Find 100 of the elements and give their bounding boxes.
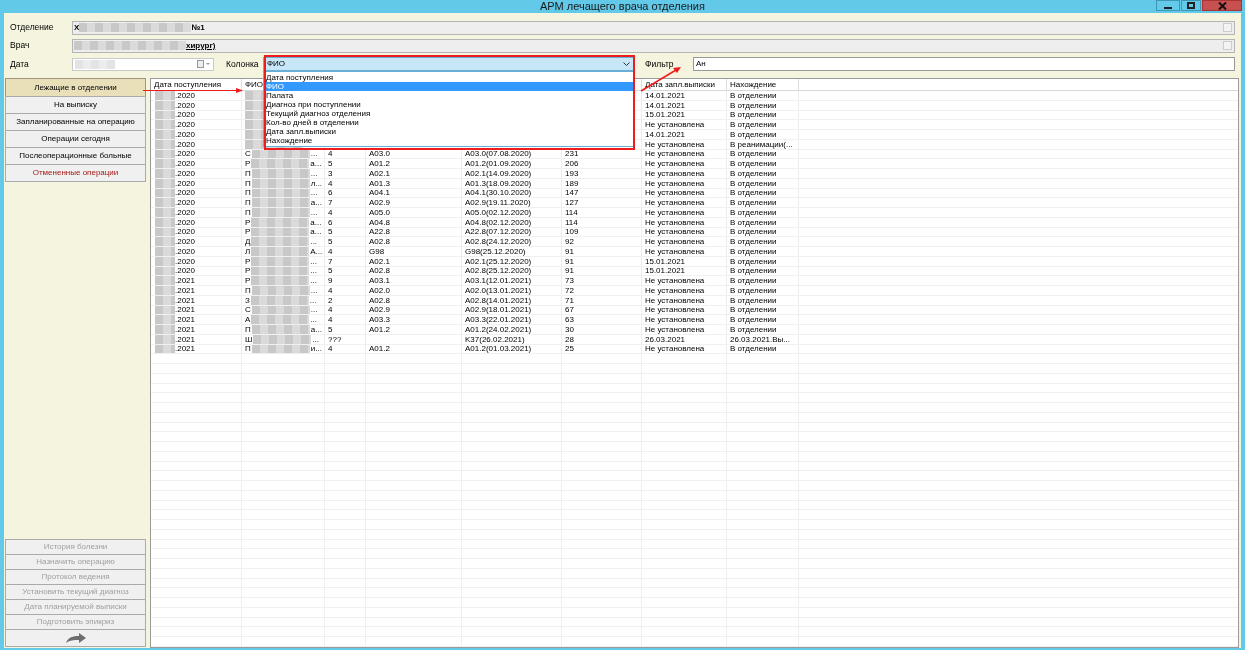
table-cell: а... — [310, 227, 322, 237]
table-cell: A01.2 — [369, 325, 390, 334]
table-cell: A03.1 — [369, 276, 390, 285]
dropdown-option[interactable]: Диагноз при поступлении — [264, 100, 633, 109]
field-value: Ан — [696, 58, 706, 70]
minimize-button[interactable] — [1156, 0, 1180, 11]
table-cell: 15.01.2021 — [645, 256, 686, 266]
blurred-area — [155, 149, 175, 159]
blurred-area — [251, 315, 310, 324]
table-cell: Не установлена — [645, 344, 705, 354]
table-cell: Не установлена — [645, 198, 705, 207]
table-cell: 6 — [328, 188, 333, 198]
table-cell: В отделении — [730, 325, 777, 334]
table-cell: G98(25.12.2020) — [465, 247, 526, 256]
table-cell: A01.2(24.02.2021) — [465, 325, 532, 334]
table-cell: Не установлена — [645, 149, 705, 159]
table-cell: В отделении — [730, 100, 777, 110]
field-value: хирург) — [186, 39, 216, 52]
blurred-area — [155, 188, 175, 198]
calendar-icon — [197, 60, 211, 68]
sidebar-button[interactable]: На выписку — [5, 96, 146, 114]
table-cell: A04.8 — [369, 217, 390, 227]
department-field[interactable]: Х №1 — [72, 20, 1235, 35]
table-cell: 189 — [565, 178, 579, 188]
table-cell: В отделении — [730, 178, 777, 188]
table-cell: 14.01.2021 — [645, 91, 686, 100]
table-cell: 15.01.2021 — [645, 110, 686, 120]
table-cell: 7 — [328, 198, 333, 207]
blurred-area — [155, 315, 175, 324]
date-field[interactable] — [72, 57, 214, 71]
blurred-area — [155, 217, 175, 227]
blurred-area — [251, 325, 310, 334]
table-cell: 91 — [565, 266, 574, 276]
blurred-area — [155, 247, 175, 256]
column-header[interactable]: Нахождение — [730, 79, 777, 90]
table-cell: 5 — [328, 266, 333, 276]
table-cell: В отделении — [730, 159, 777, 168]
table-cell: ... — [310, 149, 318, 159]
blurred-area — [250, 295, 309, 305]
table-cell: ... — [312, 334, 319, 344]
column-header[interactable]: Дата поступления — [154, 79, 222, 90]
close-button[interactable] — [1202, 0, 1242, 11]
dropdown-option[interactable]: Нахождение — [264, 136, 633, 145]
table-cell: Не установлена — [645, 286, 705, 295]
table-cell: A01.3(18.09.2020) — [465, 178, 532, 188]
table-cell: .2020 — [175, 100, 196, 110]
table-cell: 73 — [565, 276, 574, 285]
table-cell: .2020 — [175, 91, 196, 100]
sidebar-button[interactable]: Отмененные операции — [5, 164, 146, 182]
table-cell: A02.0(13.01.2021) — [465, 286, 532, 295]
table-cell: Р — [245, 276, 251, 285]
blurred-area — [251, 178, 310, 188]
restore-icon — [1187, 2, 1195, 9]
blurred-area — [155, 208, 175, 217]
table-cell: Не установлена — [645, 208, 705, 217]
blurred-area — [155, 237, 175, 246]
sidebar-button[interactable]: Послеоперационные больные — [5, 147, 146, 165]
blurred-area — [251, 149, 310, 159]
window-title: АРМ лечащего врача отделения — [540, 0, 705, 13]
table-cell: K37(26.02.2021) — [465, 334, 525, 344]
table-cell: ... — [310, 286, 318, 295]
dropdown-option[interactable]: Дата поступления — [264, 73, 633, 82]
table-cell: а... — [310, 217, 322, 227]
table-cell: 26.03.2021.Вы... — [730, 334, 790, 344]
table-cell: A01.3 — [369, 178, 390, 188]
table-cell: 4 — [328, 208, 333, 217]
filter-field[interactable]: Ан — [693, 57, 1235, 71]
table-cell: 4 — [328, 178, 333, 188]
table-cell: 9 — [328, 276, 333, 285]
column-header[interactable]: ФИО — [245, 79, 264, 90]
dropdown-option[interactable]: Палата — [264, 91, 633, 100]
dropdown-option[interactable]: Текущий диагноз отделения — [264, 109, 633, 118]
table-cell: G98 — [369, 247, 385, 256]
table-cell: .2021 — [175, 315, 196, 324]
blurred-area — [155, 325, 175, 334]
blurred-area — [251, 198, 310, 207]
table-cell: и... — [310, 344, 322, 354]
blurred-area — [155, 227, 175, 237]
forward-button[interactable] — [5, 629, 146, 647]
sidebar-button[interactable]: Операции сегодня — [5, 130, 146, 148]
maximize-button[interactable] — [1181, 0, 1201, 11]
table-cell: A22.8 — [369, 227, 390, 237]
table-cell: В отделении — [730, 110, 777, 120]
table-cell: .2021 — [175, 325, 196, 334]
blurred-area — [251, 286, 310, 295]
table-cell: .2020 — [175, 130, 196, 139]
column-dropdown[interactable]: ФИО — [263, 57, 634, 71]
blurred-area — [251, 237, 310, 246]
blurred-area — [251, 208, 310, 217]
blurred-area — [251, 256, 310, 266]
doctor-field[interactable]: хирург) — [72, 38, 1235, 53]
table-cell: .2020 — [175, 110, 196, 120]
table-cell: С — [245, 149, 251, 159]
table-cell: Р — [245, 266, 251, 276]
table-cell: A05.0(02.12.2020) — [465, 208, 532, 217]
dropdown-option[interactable]: Кол-во дней в отделении — [264, 118, 633, 127]
blurred-area — [253, 334, 312, 344]
table-cell: Не установлена — [645, 315, 705, 324]
sidebar-button[interactable]: Запланированные на операцию — [5, 113, 146, 131]
dropdown-option[interactable]: Дата запл.выписки — [264, 127, 633, 136]
